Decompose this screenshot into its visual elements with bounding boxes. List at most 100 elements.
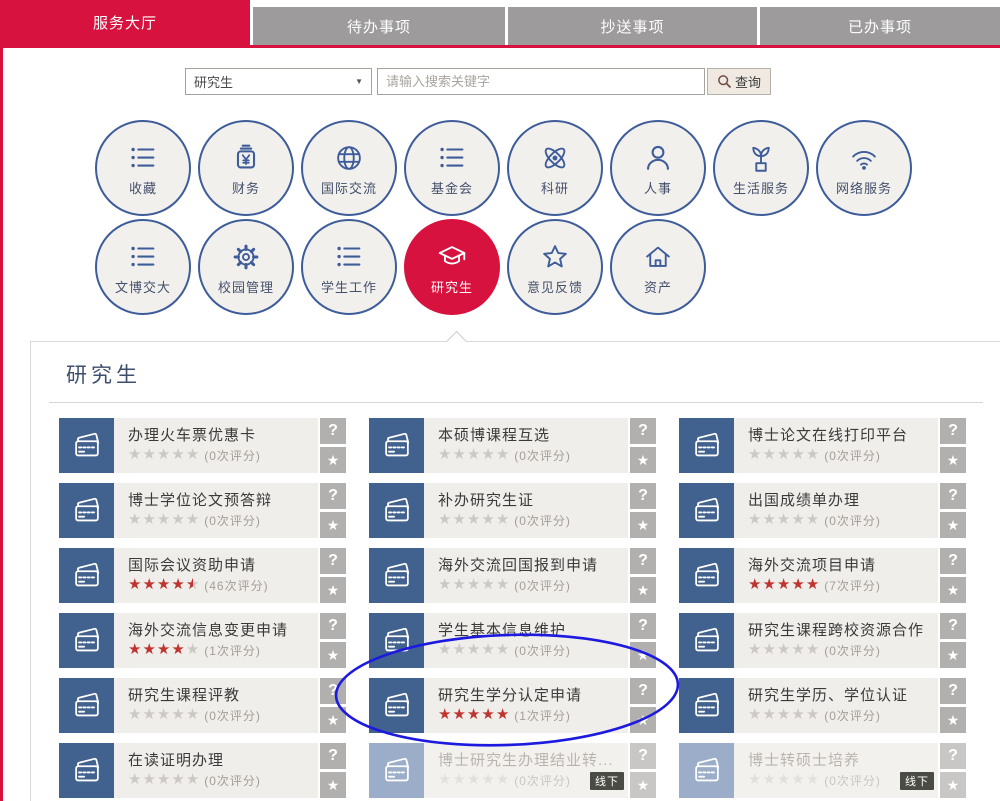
gradcap-icon [435, 238, 469, 274]
service-card-icon [59, 548, 114, 603]
service-rating: ★★★★★ (0次评分) [748, 706, 938, 724]
help-button[interactable]: ? [940, 418, 966, 444]
service-card[interactable]: 出国成绩单办理 ★★★★★ (0次评分) ? ★ [679, 483, 966, 538]
service-card[interactable]: 海外交流回国报到申请 ★★★★★ (0次评分) ? ★ [369, 548, 656, 603]
money-icon [229, 139, 263, 175]
help-button[interactable]: ? [630, 548, 656, 574]
home-icon [641, 238, 675, 274]
favorite-button[interactable]: ★ [630, 642, 656, 668]
service-card[interactable]: 博士学位论文预答辩 ★★★★★ (0次评分) ? ★ [59, 483, 346, 538]
favorite-button[interactable]: ★ [630, 772, 656, 798]
favorite-button[interactable]: ★ [630, 577, 656, 603]
help-button[interactable]: ? [630, 483, 656, 509]
service-card[interactable]: 研究生学历、学位认证 ★★★★★ (0次评分) ? ★ [679, 678, 966, 733]
category-circle-star-4[interactable]: 意见反馈 [507, 219, 603, 315]
favorite-button[interactable]: ★ [320, 512, 346, 538]
service-card[interactable]: 博士转硕士培养 ★★★★★ (0次评分) 线下 ? ★ [679, 743, 966, 798]
help-button[interactable]: ? [940, 483, 966, 509]
service-card[interactable]: 研究生课程评教 ★★★★★ (0次评分) ? ★ [59, 678, 346, 733]
favorite-button[interactable]: ★ [940, 577, 966, 603]
service-card[interactable]: 研究生课程跨校资源合作 ★★★★★ (0次评分) ? ★ [679, 613, 966, 668]
service-card-icon [679, 483, 734, 538]
list-icon [126, 139, 160, 175]
search-input[interactable] [377, 68, 705, 95]
service-card[interactable]: 国际会议资助申请 ★★★★★★ (46次评分) ? ★ [59, 548, 346, 603]
category-circle-list-0[interactable]: 收藏 [95, 120, 191, 216]
category-label: 科研 [541, 178, 569, 197]
service-card[interactable]: 办理火车票优惠卡 ★★★★★ (0次评分) ? ★ [59, 418, 346, 473]
help-button[interactable]: ? [630, 678, 656, 704]
tab-todo-items[interactable]: 待办事项 [253, 7, 505, 45]
tab-cc-items[interactable]: 抄送事项 [508, 7, 757, 45]
star-rating: ★★★★★ [748, 576, 820, 594]
favorite-button[interactable]: ★ [940, 772, 966, 798]
rating-count: (0次评分) [204, 772, 261, 789]
service-card-icon [679, 548, 734, 603]
help-button[interactable]: ? [320, 743, 346, 769]
service-card[interactable]: 在读证明办理 ★★★★★ (0次评分) ? ★ [59, 743, 346, 798]
help-button[interactable]: ? [320, 418, 346, 444]
tab-service-hall[interactable]: 服务大厅 [0, 0, 250, 45]
panel-header: 研究生 [49, 342, 983, 403]
service-card[interactable]: 博士研究生办理结业转... ★★★★★ (0次评分) 线下 ? ★ [369, 743, 656, 798]
service-card-highlighted[interactable]: 研究生学分认定申请 ★★★★★ (1次评分) ? ★ [369, 678, 656, 733]
help-button[interactable]: ? [630, 418, 656, 444]
service-card-icon [679, 743, 734, 798]
category-circle-gradcap-3[interactable]: 研究生 [404, 219, 500, 315]
search-button[interactable]: 查询 [707, 68, 771, 95]
rating-count: (0次评分) [824, 642, 881, 659]
favorite-button[interactable]: ★ [630, 512, 656, 538]
category-circle-globe-2[interactable]: 国际交流 [301, 120, 397, 216]
service-title: 本硕博课程互选 [438, 424, 628, 445]
category-circle-money-1[interactable]: 财务 [198, 120, 294, 216]
tab-done-items[interactable]: 已办事项 [760, 7, 1000, 45]
help-button[interactable]: ? [320, 613, 346, 639]
service-card[interactable]: 博士论文在线打印平台 ★★★★★ (0次评分) ? ★ [679, 418, 966, 473]
category-circle-person-5[interactable]: 人事 [610, 120, 706, 216]
category-circle-plant-6[interactable]: 生活服务 [713, 120, 809, 216]
service-card[interactable]: 海外交流项目申请 ★★★★★ (7次评分) ? ★ [679, 548, 966, 603]
tab-label: 待办事项 [347, 16, 411, 37]
rating-count: (0次评分) [824, 447, 881, 464]
category-circle-gear-1[interactable]: 校园管理 [198, 219, 294, 315]
favorite-button[interactable]: ★ [320, 707, 346, 733]
category-circle-home-5[interactable]: 资产 [610, 219, 706, 315]
service-card[interactable]: 学生基本信息维护 ★★★★★ (0次评分) ? ★ [369, 613, 656, 668]
favorite-button[interactable]: ★ [940, 512, 966, 538]
category-circle-wifi-7[interactable]: 网络服务 [816, 120, 912, 216]
list-icon [435, 139, 469, 175]
service-title: 研究生学分认定申请 [438, 684, 628, 705]
service-card[interactable]: 本硕博课程互选 ★★★★★ (0次评分) ? ★ [369, 418, 656, 473]
help-button[interactable]: ? [940, 613, 966, 639]
service-card-icon [369, 483, 424, 538]
favorite-button[interactable]: ★ [320, 577, 346, 603]
category-circle-list-0[interactable]: 文博交大 [95, 219, 191, 315]
help-button[interactable]: ? [630, 743, 656, 769]
favorite-button[interactable]: ★ [320, 447, 346, 473]
star-rating: ★★★★★ [438, 576, 510, 594]
category-circle-list-3[interactable]: 基金会 [404, 120, 500, 216]
service-card-icon [59, 678, 114, 733]
favorite-button[interactable]: ★ [630, 447, 656, 473]
search-bar: 研究生 ▼ 查询 [185, 68, 771, 95]
favorite-button[interactable]: ★ [940, 707, 966, 733]
service-card[interactable]: 海外交流信息变更申请 ★★★★★ (1次评分) ? ★ [59, 613, 346, 668]
rating-count: (7次评分) [824, 577, 881, 594]
help-button[interactable]: ? [630, 613, 656, 639]
category-circle-list-2[interactable]: 学生工作 [301, 219, 397, 315]
help-button[interactable]: ? [940, 743, 966, 769]
favorite-button[interactable]: ★ [940, 447, 966, 473]
category-circle-atom-4[interactable]: 科研 [507, 120, 603, 216]
help-button[interactable]: ? [940, 678, 966, 704]
service-card[interactable]: 补办研究生证 ★★★★★ (0次评分) ? ★ [369, 483, 656, 538]
help-button[interactable]: ? [320, 678, 346, 704]
favorite-button[interactable]: ★ [320, 772, 346, 798]
favorite-button[interactable]: ★ [940, 642, 966, 668]
help-button[interactable]: ? [940, 548, 966, 574]
category-select[interactable]: 研究生 ▼ [185, 68, 372, 95]
help-button[interactable]: ? [320, 483, 346, 509]
favorite-button[interactable]: ★ [630, 707, 656, 733]
help-button[interactable]: ? [320, 548, 346, 574]
favorite-button[interactable]: ★ [320, 642, 346, 668]
list-icon [332, 238, 366, 274]
